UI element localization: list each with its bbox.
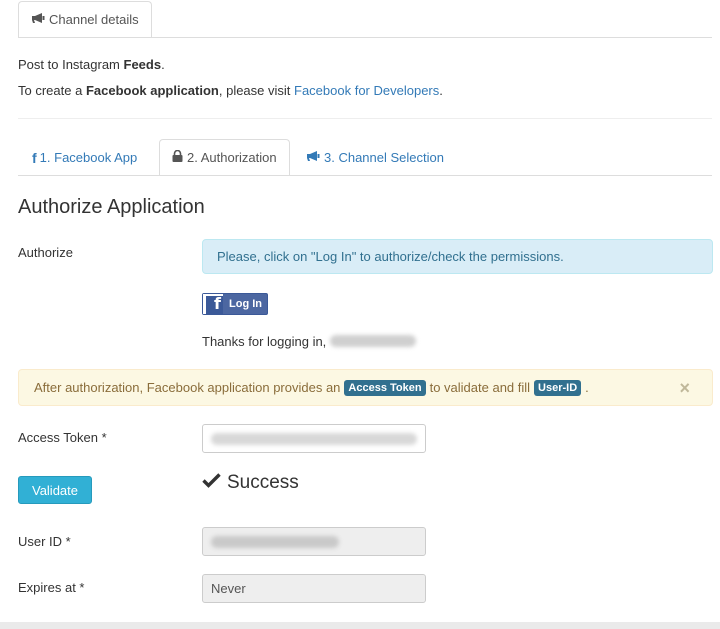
- access-token-warning-alert: After authorization, Facebook applicatio…: [18, 369, 713, 406]
- access-token-input[interactable]: [202, 424, 426, 453]
- user-id-label: User ID *: [18, 534, 71, 549]
- facebook-icon: f: [32, 149, 37, 166]
- expires-at-value: Never: [211, 581, 246, 596]
- lock-icon: [172, 149, 183, 165]
- tab-authorization[interactable]: 2. Authorization: [159, 139, 290, 176]
- close-icon[interactable]: ×: [679, 378, 690, 399]
- facebook-logo-icon: f: [203, 294, 223, 314]
- user-id-badge: User-ID: [534, 379, 582, 396]
- thanks-message: Thanks for logging in,: [202, 334, 416, 349]
- blurred-user-name: [329, 335, 416, 347]
- tab-channel-selection[interactable]: 3. Channel Selection: [294, 139, 456, 176]
- blurred-access-token: [211, 432, 417, 445]
- authorize-info-text: Please, click on "Log In" to authorize/c…: [217, 249, 564, 264]
- facebook-developers-link[interactable]: Facebook for Developers: [294, 83, 439, 98]
- blurred-user-id: [211, 535, 339, 548]
- validate-button[interactable]: Validate: [18, 476, 92, 504]
- bullhorn-icon: [306, 150, 320, 165]
- facebook-login-label: Log In: [229, 298, 262, 310]
- checkmark-icon: [202, 472, 221, 494]
- tab-channel-selection-label: 3. Channel Selection: [324, 150, 444, 165]
- access-token-label: Access Token *: [18, 430, 107, 445]
- tab-authorization-label: 2. Authorization: [187, 150, 277, 165]
- tab-facebook-app[interactable]: f 1. Facebook App: [20, 139, 149, 176]
- tab-channel-details[interactable]: Channel details: [18, 1, 152, 38]
- tab-facebook-app-label: 1. Facebook App: [39, 150, 138, 165]
- expires-at-input[interactable]: Never: [202, 574, 426, 603]
- user-id-input[interactable]: [202, 527, 426, 556]
- bullhorn-icon: [31, 12, 45, 27]
- authorize-info-alert: Please, click on "Log In" to authorize/c…: [202, 239, 713, 274]
- page-footer-bar: [0, 622, 720, 629]
- access-token-badge: Access Token: [344, 379, 426, 396]
- success-status: Success: [202, 472, 299, 494]
- expires-at-label: Expires at *: [18, 580, 85, 595]
- facebook-login-button[interactable]: f Log In: [202, 293, 268, 315]
- success-label: Success: [227, 472, 299, 493]
- intro-line-2: To create a Facebook application, please…: [18, 83, 443, 98]
- page-title: Authorize Application: [18, 196, 205, 218]
- tab-channel-details-label: Channel details: [49, 12, 139, 27]
- authorize-label: Authorize: [18, 245, 73, 260]
- intro-line-1: Post to Instagram Feeds.: [18, 57, 165, 72]
